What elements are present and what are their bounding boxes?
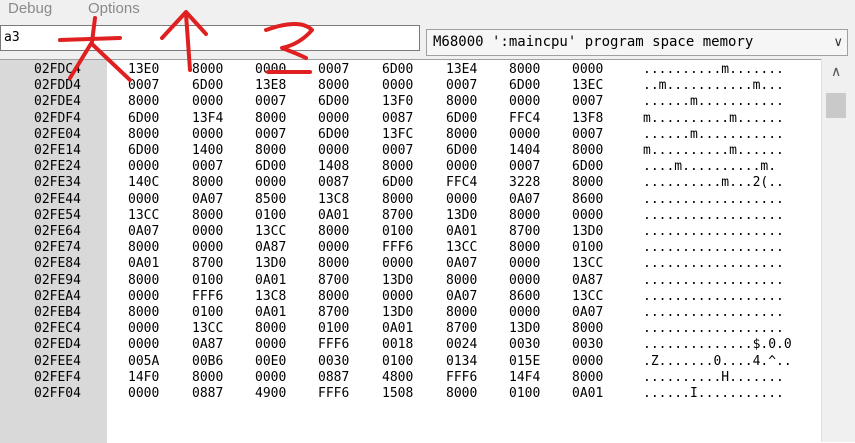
handwritten-annotation (58, 10, 314, 82)
